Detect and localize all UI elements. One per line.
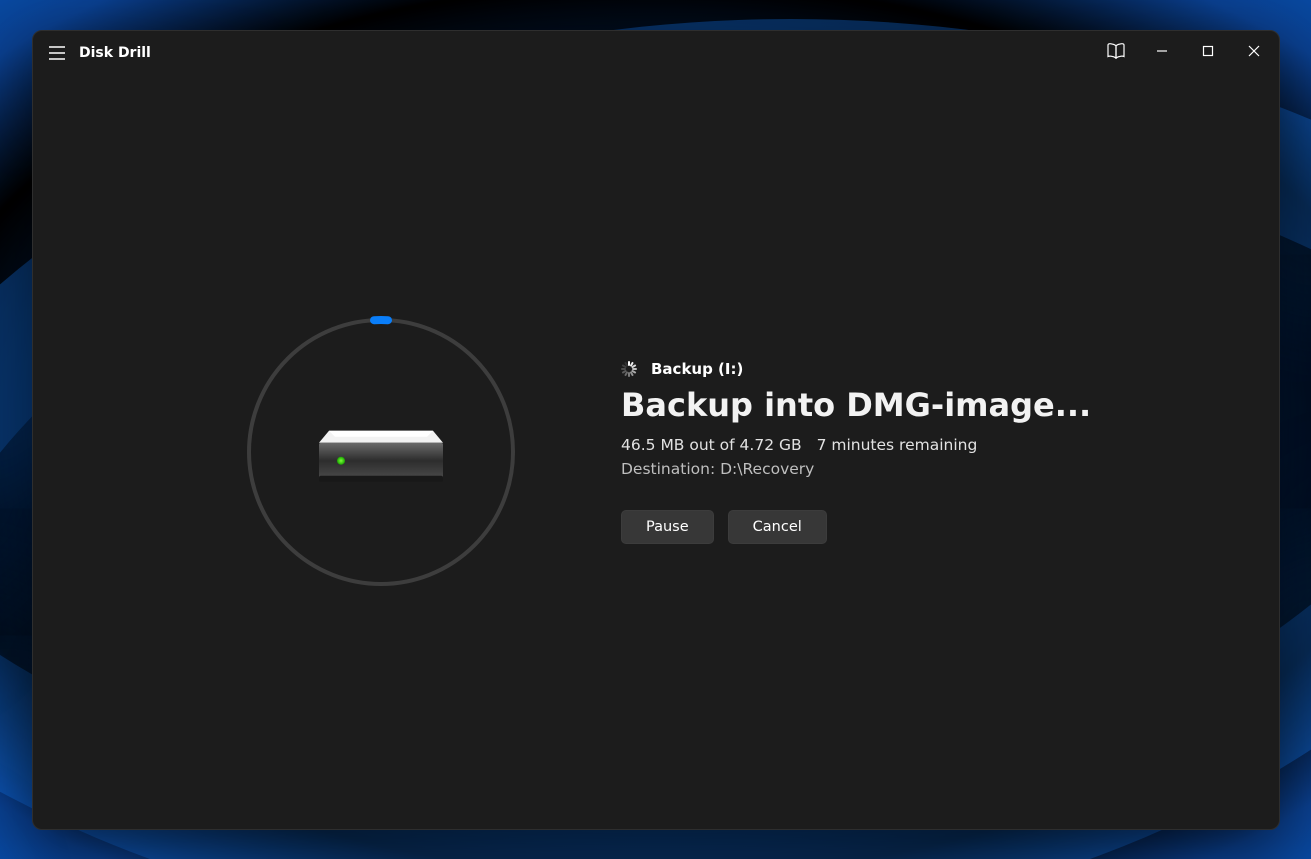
hamburger-icon bbox=[49, 46, 65, 60]
app-window: Disk Drill bbox=[32, 30, 1280, 830]
time-remaining: 7 minutes remaining bbox=[817, 436, 978, 454]
progress-graphic bbox=[211, 282, 551, 622]
minimize-button[interactable] bbox=[1139, 33, 1185, 69]
titlebar: Disk Drill bbox=[33, 31, 1279, 75]
help-button[interactable] bbox=[1093, 33, 1139, 69]
main-content: Backup (I:) Backup into DMG-image... 46.… bbox=[33, 75, 1279, 829]
hard-drive-icon bbox=[319, 419, 443, 493]
menu-button[interactable] bbox=[41, 37, 73, 69]
minimize-icon bbox=[1156, 45, 1168, 57]
book-icon bbox=[1107, 43, 1125, 59]
destination-line: Destination: D:\Recovery bbox=[621, 460, 1101, 478]
status-label: Backup (I:) bbox=[651, 360, 743, 378]
cancel-button[interactable]: Cancel bbox=[728, 510, 827, 544]
action-buttons: Pause Cancel bbox=[621, 510, 1101, 544]
window-controls bbox=[1093, 33, 1277, 69]
maximize-icon bbox=[1202, 45, 1214, 57]
progress-line: 46.5 MB out of 4.72 GB 7 minutes remaini… bbox=[621, 436, 1101, 454]
pause-button[interactable]: Pause bbox=[621, 510, 714, 544]
close-button[interactable] bbox=[1231, 33, 1277, 69]
app-title: Disk Drill bbox=[79, 45, 151, 61]
maximize-button[interactable] bbox=[1185, 33, 1231, 69]
backup-title: Backup into DMG-image... bbox=[621, 386, 1101, 424]
close-icon bbox=[1248, 45, 1260, 57]
backup-info-panel: Backup (I:) Backup into DMG-image... 46.… bbox=[621, 360, 1101, 544]
progress-text: 46.5 MB out of 4.72 GB bbox=[621, 436, 802, 454]
spinner-icon bbox=[621, 361, 637, 377]
